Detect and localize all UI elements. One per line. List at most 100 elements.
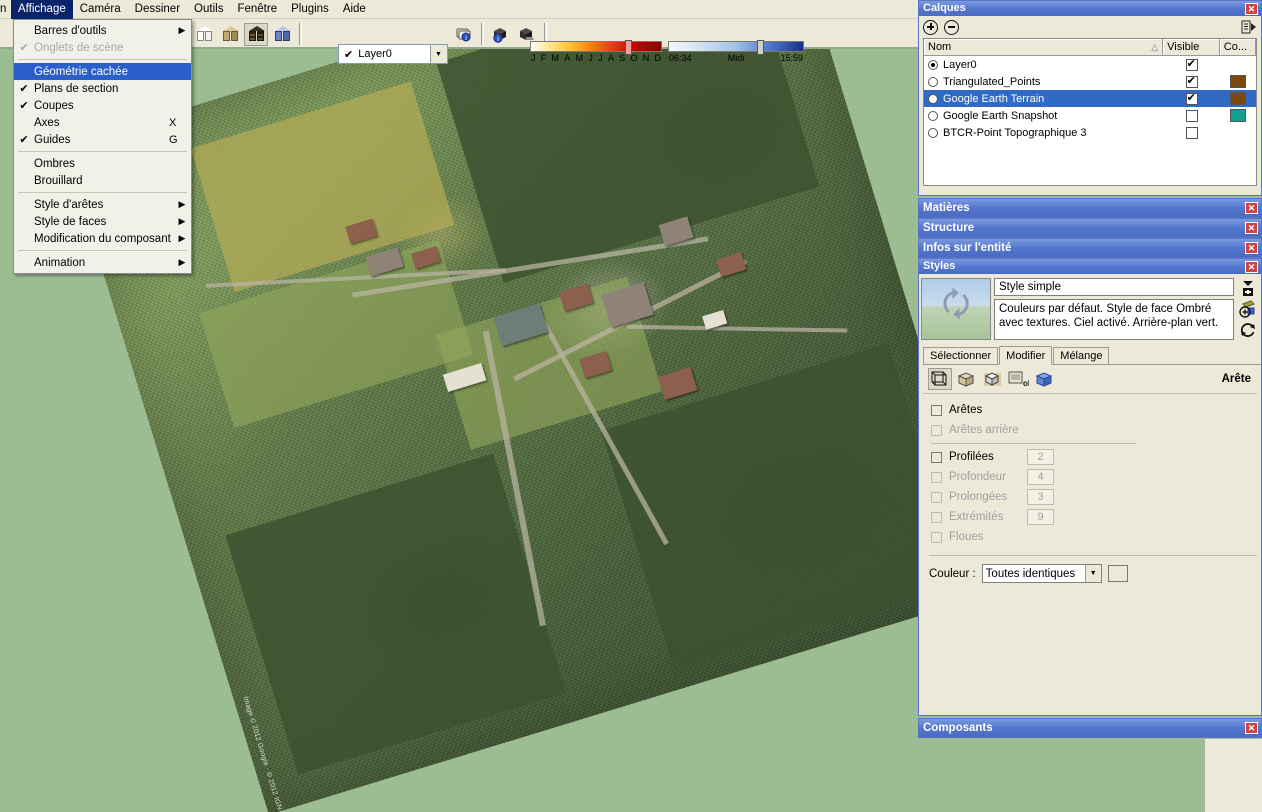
menu-geometrie-cachee[interactable]: Géométrie cachée <box>14 63 191 80</box>
menu-item-shortcut: X <box>169 116 177 129</box>
face-style-shaded-button[interactable] <box>218 23 242 46</box>
menu-barres-doutils[interactable]: Barres d'outils ▶ <box>14 22 191 39</box>
modeling-settings-icon[interactable] <box>1032 368 1056 390</box>
face-style-monochrome-button[interactable] <box>270 23 294 46</box>
shadow-settings-button[interactable]: i <box>452 23 476 46</box>
time-slider-thumb[interactable] <box>757 40 764 55</box>
create-style-button[interactable] <box>1239 279 1257 297</box>
layer-color-swatch[interactable] <box>1229 75 1246 88</box>
panel-styles-titlebar[interactable]: Styles ✕ <box>919 259 1261 274</box>
date-slider-thumb[interactable] <box>625 40 632 55</box>
active-layer-radio[interactable] <box>928 76 938 87</box>
profilees-checkbox[interactable] <box>931 451 942 463</box>
active-layer-radio[interactable] <box>928 59 938 70</box>
aretes-checkbox[interactable] <box>931 404 942 416</box>
menu-plans-de-section[interactable]: ✔ Plans de section <box>14 80 191 97</box>
month-label: J <box>531 53 536 63</box>
face-style-textures-button[interactable] <box>244 22 268 46</box>
table-row[interactable]: BTCR-Point Topographique 3 <box>924 124 1256 141</box>
shadow-display-button[interactable]: i <box>489 23 513 46</box>
column-header-couleur[interactable]: Co... <box>1219 39 1256 55</box>
layer-combo-value: Layer0 <box>358 48 392 60</box>
menu-item-outils[interactable]: Outils <box>187 0 230 19</box>
chevron-down-icon[interactable]: ▼ <box>1084 565 1101 582</box>
menu-item-aide[interactable]: Aide <box>336 0 373 19</box>
menu-item-fenetre[interactable]: Fenêtre <box>230 0 284 19</box>
close-icon[interactable]: ✕ <box>1245 202 1258 214</box>
tab-modifier[interactable]: Modifier <box>999 346 1053 365</box>
remove-layer-button[interactable] <box>944 19 959 35</box>
column-header-visible[interactable]: Visible <box>1163 39 1220 55</box>
table-row[interactable]: Google Earth Snapshot <box>924 107 1256 124</box>
active-layer-radio[interactable] <box>928 127 938 138</box>
panel-composants: Composants ✕ <box>918 718 1262 738</box>
layer-visible-checkbox[interactable] <box>1185 92 1198 105</box>
layer-details-button[interactable] <box>1241 20 1257 35</box>
panel-composants-titlebar[interactable]: Composants ✕ <box>919 719 1261 737</box>
menu-animation[interactable]: Animation ▶ <box>14 254 191 271</box>
table-row[interactable]: Triangulated_Points <box>924 73 1256 90</box>
layer-visible-checkbox[interactable] <box>1185 109 1198 122</box>
layer-visible-checkbox[interactable] <box>1185 58 1198 71</box>
paint-style-button[interactable] <box>1239 300 1257 318</box>
menu-ombres[interactable]: Ombres <box>14 155 191 172</box>
active-layer-radio[interactable] <box>928 110 938 121</box>
close-icon[interactable]: ✕ <box>1245 2 1258 15</box>
table-row[interactable]: Layer0 <box>924 56 1256 73</box>
active-layer-radio[interactable] <box>928 93 938 104</box>
close-icon[interactable]: ✕ <box>1245 722 1258 734</box>
menu-item-camera[interactable]: Caméra <box>73 0 128 19</box>
panel-infos-titlebar[interactable]: Infos sur l'entité ✕ <box>919 239 1261 257</box>
menu-coupes[interactable]: ✔ Coupes <box>14 97 191 114</box>
background-settings-icon[interactable] <box>980 368 1004 390</box>
time-slider[interactable] <box>668 40 804 55</box>
layer-visible-checkbox[interactable] <box>1185 75 1198 88</box>
layer-color-swatch[interactable] <box>1229 109 1246 122</box>
close-icon[interactable]: ✕ <box>1245 222 1258 234</box>
panel-structure-titlebar[interactable]: Structure ✕ <box>919 219 1261 237</box>
edge-settings-icon[interactable] <box>928 368 952 390</box>
close-icon[interactable]: ✕ <box>1245 260 1258 273</box>
profilees-value[interactable]: 2 <box>1027 449 1054 465</box>
date-slider[interactable] <box>530 40 662 55</box>
add-layer-button[interactable] <box>923 19 938 35</box>
menu-item-edition[interactable]: n <box>0 0 11 19</box>
chevron-down-icon[interactable]: ▼ <box>430 45 447 63</box>
tab-melange[interactable]: Mélange <box>1053 347 1110 364</box>
option-profilees[interactable]: Profilées 2 <box>931 447 1261 467</box>
table-row[interactable]: Google Earth Terrain <box>924 90 1256 107</box>
face-style-wireframe-button[interactable] <box>192 23 216 46</box>
style-tabs: Sélectionner Modifier Mélange <box>923 346 1261 365</box>
menu-item-dessiner[interactable]: Dessiner <box>128 0 187 19</box>
menu-style-daretes[interactable]: Style d'arêtes ▶ <box>14 196 191 213</box>
face-settings-icon[interactable] <box>954 368 978 390</box>
couleur-swatch[interactable] <box>1107 565 1128 582</box>
watermark-settings-icon[interactable]: ok <box>1006 368 1030 390</box>
close-icon[interactable]: ✕ <box>1245 242 1258 254</box>
style-description-input[interactable]: Couleurs par défaut. Style de face Ombré… <box>994 299 1234 340</box>
couleur-select[interactable]: Toutes identiques ▼ <box>981 564 1102 583</box>
menu-separator <box>18 192 187 193</box>
menu-axes[interactable]: Axes X <box>14 114 191 131</box>
panel-calques-titlebar[interactable]: Calques ✕ <box>919 1 1261 16</box>
layer-color-swatch[interactable] <box>1229 92 1246 105</box>
update-style-button[interactable] <box>1239 321 1257 339</box>
column-header-nom[interactable]: Nom △ <box>924 39 1164 55</box>
layer-combo-box[interactable]: ✔ Layer0 ▼ <box>338 44 448 64</box>
style-thumbnail[interactable]: 🗘 <box>921 278 991 340</box>
layer-visible-checkbox[interactable] <box>1185 126 1198 139</box>
tab-selectionner[interactable]: Sélectionner <box>923 347 999 364</box>
google-earth-terrain-image[interactable]: Image © 2012 Google · © 2012 IGN-France <box>64 49 918 812</box>
panel-infos-entite: Infos sur l'entité ✕ <box>918 238 1262 258</box>
layers-table[interactable]: Nom △ Visible Co... Layer0 ✔ Triangulate… <box>923 38 1257 186</box>
menu-separator <box>18 59 187 60</box>
style-name-input[interactable]: Style simple <box>994 278 1234 296</box>
panel-matieres-titlebar[interactable]: Matières ✕ <box>919 199 1261 217</box>
menu-modification-du-composant[interactable]: Modification du composant ▶ <box>14 230 191 247</box>
menu-item-affichage[interactable]: Affichage <box>11 0 73 19</box>
option-aretes[interactable]: Arêtes <box>931 400 1261 420</box>
menu-brouillard[interactable]: Brouillard <box>14 172 191 189</box>
menu-item-plugins[interactable]: Plugins <box>284 0 336 19</box>
menu-style-de-faces[interactable]: Style de faces ▶ <box>14 213 191 230</box>
menu-guides[interactable]: ✔ Guides G <box>14 131 191 148</box>
